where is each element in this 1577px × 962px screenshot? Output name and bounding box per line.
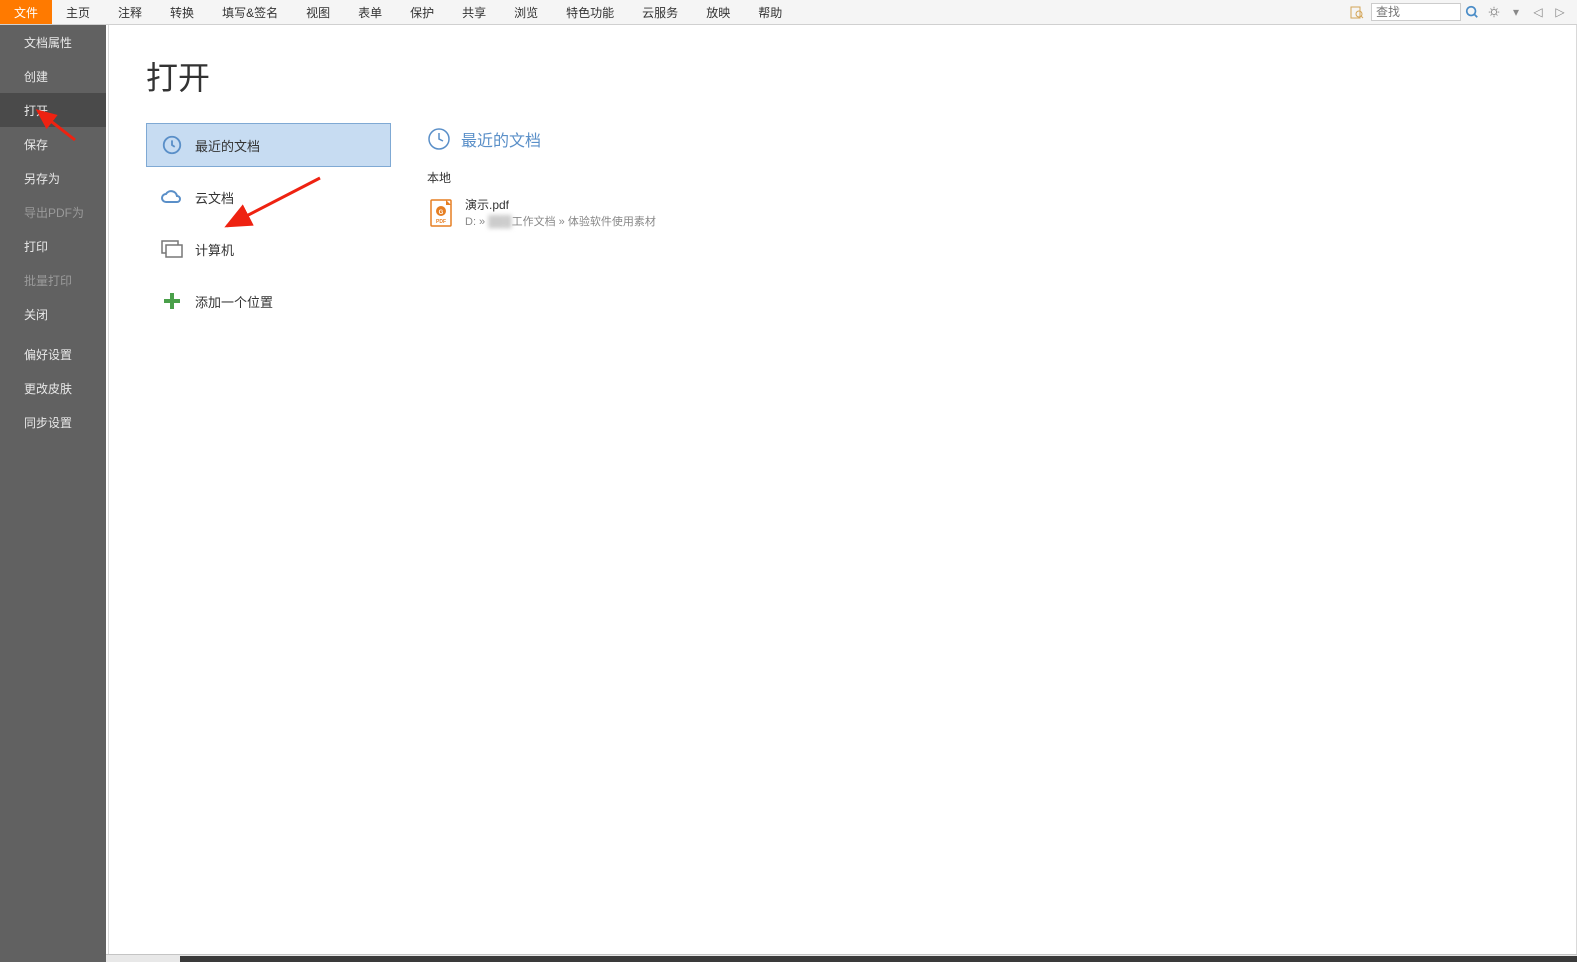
plus-icon — [159, 288, 185, 314]
bottom-dark — [180, 956, 1577, 962]
place-label: 计算机 — [195, 240, 234, 259]
sidebar-item-skin[interactable]: 更改皮肤 — [0, 371, 106, 405]
cloud-icon — [159, 184, 185, 210]
find-icon[interactable] — [1347, 2, 1367, 22]
svg-text:PDF: PDF — [436, 219, 446, 225]
menu-tab-share[interactable]: 共享 — [448, 0, 500, 24]
menu-tab-view[interactable]: 视图 — [292, 0, 344, 24]
nav-prev-icon[interactable]: ◁ — [1528, 2, 1548, 22]
file-sidebar: 文档属性 创建 打开 保存 另存为 导出PDF为 打印 批量打印 关闭 偏好设置… — [0, 25, 106, 962]
places-list: 最近的文档 云文档 计算机 — [146, 123, 391, 331]
menu-tab-file[interactable]: 文件 — [0, 0, 52, 24]
sidebar-item-save-as[interactable]: 另存为 — [0, 161, 106, 195]
sidebar-item-batch-print[interactable]: 批量打印 — [0, 263, 106, 297]
sidebar-item-export-pdf[interactable]: 导出PDF为 — [0, 195, 106, 229]
chevron-down-icon[interactable]: ▾ — [1506, 2, 1526, 22]
file-name: 演示.pdf — [465, 196, 656, 213]
computer-icon — [159, 236, 185, 262]
place-label: 云文档 — [195, 188, 234, 207]
menu-tab-help[interactable]: 帮助 — [744, 0, 796, 24]
sidebar-item-create[interactable]: 创建 — [0, 59, 106, 93]
place-label: 添加一个位置 — [195, 292, 273, 311]
place-recent[interactable]: 最近的文档 — [146, 123, 391, 167]
sidebar-item-properties[interactable]: 文档属性 — [0, 25, 106, 59]
menu-tab-fill-sign[interactable]: 填写&签名 — [208, 0, 292, 24]
content-area: 打开 最近的文档 云文档 — [106, 25, 1577, 962]
menu-tab-comment[interactable]: 注释 — [104, 0, 156, 24]
menu-tab-form[interactable]: 表单 — [344, 0, 396, 24]
sidebar-item-open[interactable]: 打开 — [0, 93, 106, 127]
place-cloud[interactable]: 云文档 — [146, 175, 391, 219]
sidebar-item-print[interactable]: 打印 — [0, 229, 106, 263]
recent-pane: 最近的文档 本地 G PDF 演示.pdf — [427, 123, 1537, 331]
place-add-location[interactable]: 添加一个位置 — [146, 279, 391, 323]
clock-icon — [427, 127, 451, 151]
menu-tab-browse[interactable]: 浏览 — [500, 0, 552, 24]
search-input[interactable] — [1371, 3, 1461, 21]
recent-heading: 最近的文档 — [461, 127, 541, 151]
sidebar-item-save[interactable]: 保存 — [0, 127, 106, 161]
svg-text:G: G — [439, 210, 444, 216]
sidebar-item-preferences[interactable]: 偏好设置 — [0, 337, 106, 371]
place-computer[interactable]: 计算机 — [146, 227, 391, 271]
menubar: 文件 主页 注释 转换 填写&签名 视图 表单 保护 共享 浏览 特色功能 云服… — [0, 0, 1577, 25]
clock-icon — [159, 132, 185, 158]
menu-tab-protect[interactable]: 保护 — [396, 0, 448, 24]
sidebar-item-close[interactable]: 关闭 — [0, 297, 106, 331]
gear-icon[interactable] — [1484, 2, 1504, 22]
pdf-file-icon: G PDF — [427, 197, 455, 229]
menu-tab-home[interactable]: 主页 — [52, 0, 104, 24]
section-label-local: 本地 — [427, 169, 1537, 186]
search-icon[interactable] — [1462, 2, 1482, 22]
menu-tab-play[interactable]: 放映 — [692, 0, 744, 24]
file-path: D: » ███工作文档 » 体验软件使用素材 — [465, 213, 656, 229]
menu-tab-convert[interactable]: 转换 — [156, 0, 208, 24]
page-title: 打开 — [146, 53, 1537, 99]
place-label: 最近的文档 — [195, 136, 260, 155]
nav-next-icon[interactable]: ▷ — [1550, 2, 1570, 22]
recent-file-row[interactable]: G PDF 演示.pdf D: » ███工作文档 » 体验软件使用素材 — [427, 192, 1537, 233]
menu-tab-cloud[interactable]: 云服务 — [628, 0, 692, 24]
sidebar-item-sync[interactable]: 同步设置 — [0, 405, 106, 439]
menu-tab-features[interactable]: 特色功能 — [552, 0, 628, 24]
